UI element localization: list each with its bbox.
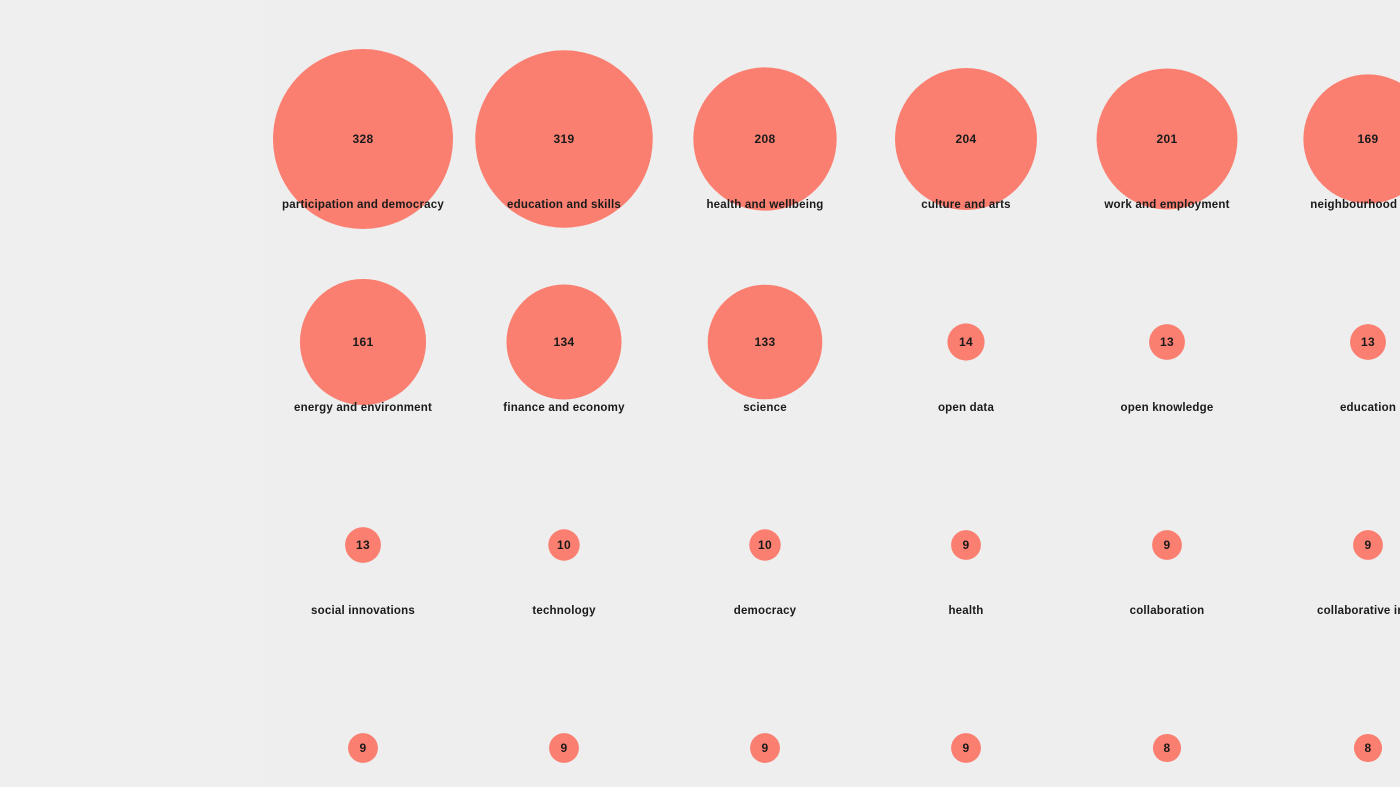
bubble-value-label: 9: [1365, 538, 1372, 552]
bubble-group[interactable]: 10 technology: [532, 529, 596, 617]
bubble-chart: 328 participation and democracy 319 educati…: [273, 49, 1400, 763]
bubble-value-label: 9: [963, 741, 970, 755]
bubble-group[interactable]: 161 energy and environment: [294, 278, 432, 414]
bubble-category-label: science: [743, 402, 787, 414]
bubble-group[interactable]: 201 work and employment: [1096, 68, 1238, 211]
bubble-category-label: work and employment: [1103, 199, 1229, 211]
bubble-group[interactable]: 328 participation and democracy: [273, 49, 453, 229]
bubble-value-label: 14: [959, 335, 973, 349]
bubble-group[interactable]: 8: [1152, 733, 1182, 763]
bubble-group[interactable]: 9: [549, 733, 579, 763]
bubble-value-label: 10: [557, 538, 571, 552]
bubble-value-label: 208: [755, 132, 776, 146]
bubble-value-label: 134: [554, 335, 575, 349]
stage: 328 participation and democracy 319 educati…: [0, 0, 1400, 787]
bubble-group[interactable]: 169 neighbourhood rege: [1303, 74, 1400, 211]
bubble-category-label: open data: [938, 402, 995, 414]
bubble-group[interactable]: 14 open data: [938, 323, 995, 414]
bubble-value-label: 9: [963, 538, 970, 552]
bubble-value-label: 169: [1358, 132, 1379, 146]
bubble-group[interactable]: 9: [951, 733, 981, 763]
bubble-category-label: participation and democracy: [282, 199, 444, 211]
bubble-group[interactable]: 9 health: [948, 530, 983, 617]
bubble-group[interactable]: 208 health and wellbeing: [693, 67, 837, 211]
bubble-group[interactable]: 9: [750, 733, 780, 763]
bubble-group[interactable]: 8: [1353, 733, 1383, 763]
bubble-category-label: energy and environment: [294, 402, 432, 414]
bubble-group[interactable]: 204 culture and arts: [895, 68, 1037, 211]
bubble-value-label: 328: [353, 132, 374, 146]
bubble-group[interactable]: 13 open knowledge: [1121, 324, 1214, 414]
bubble-value-label: 8: [1365, 741, 1372, 755]
bubble-category-label: technology: [532, 605, 596, 617]
bubble-category-label: democracy: [734, 605, 797, 617]
bubble-value-label: 204: [956, 132, 977, 146]
bubble-group[interactable]: 134 finance and economy: [503, 284, 625, 414]
bubble-group[interactable]: 9: [348, 733, 378, 763]
bubble-value-label: 8: [1164, 741, 1171, 755]
bubble-value-label: 10: [758, 538, 772, 552]
bubble-value-label: 9: [1164, 538, 1171, 552]
bubble-value-label: 319: [554, 132, 575, 146]
bubble-value-label: 13: [1361, 335, 1375, 349]
bubble-category-label: education and skills: [507, 199, 621, 211]
bubble-category-label: neighbourhood rege: [1310, 199, 1400, 211]
bubble-value-label: 201: [1157, 132, 1178, 146]
bubble-group[interactable]: 13 education: [1340, 324, 1396, 414]
bubble-value-label: 9: [762, 741, 769, 755]
bubble-category-label: health: [948, 605, 983, 617]
bubble-value-label: 9: [360, 741, 367, 755]
bubble-group[interactable]: 9 collaboration: [1130, 530, 1205, 617]
bubble-category-label: education: [1340, 402, 1396, 414]
bubble-value-label: 13: [1160, 335, 1174, 349]
bubble-category-label: collaborative inno: [1317, 605, 1400, 617]
bubble-category-label: open knowledge: [1121, 402, 1214, 414]
bubble-group[interactable]: 10 democracy: [734, 529, 797, 617]
bubble-value-label: 13: [356, 538, 370, 552]
bubble[interactable]: [1303, 74, 1400, 204]
bubble-value-label: 9: [561, 741, 568, 755]
bubble-group[interactable]: 133 science: [707, 284, 823, 414]
bubble-category-label: culture and arts: [921, 199, 1010, 211]
bubble-category-label: finance and economy: [503, 402, 625, 414]
bubble-group[interactable]: 13 social innovations: [311, 527, 415, 617]
bubble-group[interactable]: 319 education and skills: [475, 50, 653, 228]
bubble-group[interactable]: 9 collaborative inno: [1317, 530, 1400, 617]
bubble-category-label: collaboration: [1130, 605, 1205, 617]
bubble-category-label: health and wellbeing: [706, 199, 823, 211]
bubble-category-label: social innovations: [311, 605, 415, 617]
bubble-value-label: 161: [353, 335, 374, 349]
bubble-value-label: 133: [755, 335, 776, 349]
